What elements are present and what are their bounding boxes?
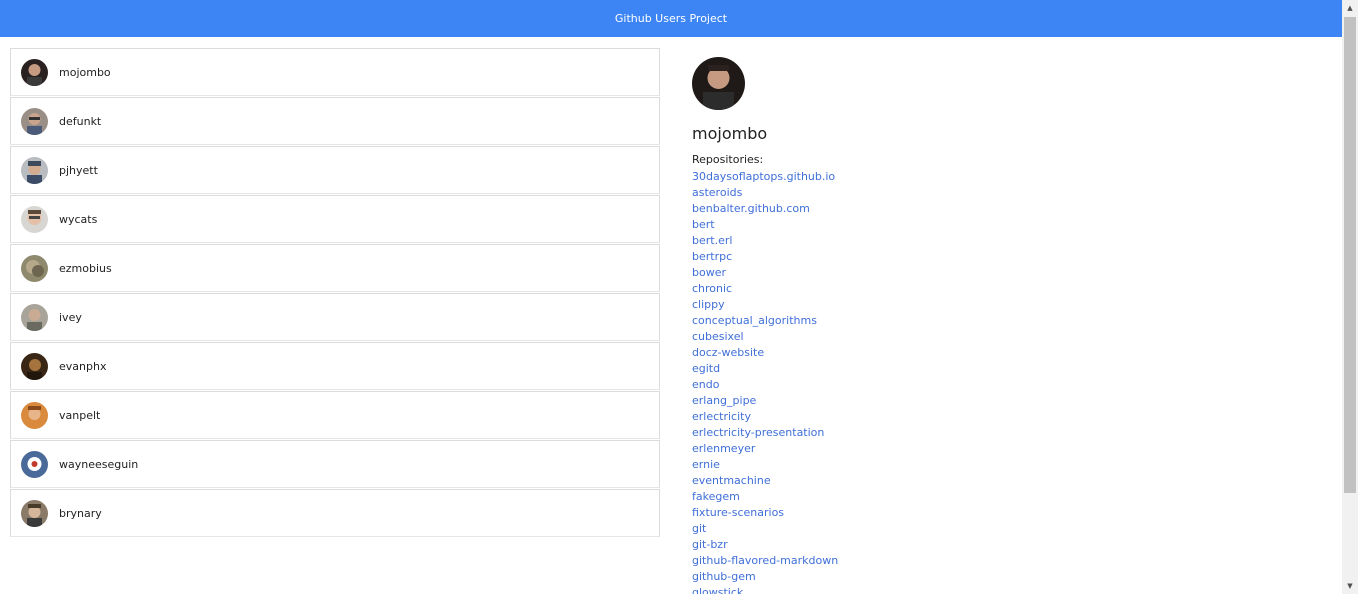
- repository-link[interactable]: chronic: [692, 282, 732, 295]
- repository-link[interactable]: conceptual_algorithms: [692, 314, 817, 327]
- repository-link[interactable]: erlectricity-presentation: [692, 426, 824, 439]
- repositories-label: Repositories:: [692, 153, 764, 166]
- selected-user-avatar: [692, 57, 745, 110]
- repository-item: chronic: [692, 281, 838, 297]
- repository-item: erlectricity-presentation: [692, 425, 838, 441]
- user-avatar: [21, 303, 48, 331]
- selected-user-name: mojombo: [692, 124, 768, 143]
- repository-item: 30daysoflaptops.github.io: [692, 169, 838, 185]
- repository-link[interactable]: ernie: [692, 458, 720, 471]
- repository-item: bert.erl: [692, 233, 838, 249]
- repository-item: git-bzr: [692, 537, 838, 553]
- repository-list: 30daysoflaptops.github.io asteroids benb…: [692, 169, 838, 594]
- repository-link[interactable]: glowstick: [692, 586, 743, 594]
- user-avatar: [21, 205, 48, 233]
- repository-link[interactable]: egitd: [692, 362, 720, 375]
- repository-link[interactable]: github-flavored-markdown: [692, 554, 838, 567]
- repository-item: fixture-scenarios: [692, 505, 838, 521]
- repository-link[interactable]: bert: [692, 218, 715, 231]
- user-list-item[interactable]: wayneeseguin: [10, 440, 660, 488]
- repository-item: erlenmeyer: [692, 441, 838, 457]
- user-avatar: [21, 107, 48, 135]
- repository-item: eventmachine: [692, 473, 838, 489]
- user-name: vanpelt: [59, 408, 101, 422]
- user-name: wayneeseguin: [59, 457, 139, 471]
- repository-item: asteroids: [692, 185, 838, 201]
- user-name: pjhyett: [59, 163, 98, 177]
- main-content: mojombo defunkt pjhyett wycats ezmobius …: [0, 37, 1342, 594]
- repository-link[interactable]: git-bzr: [692, 538, 728, 551]
- user-avatar: [21, 450, 48, 478]
- repository-link[interactable]: bert.erl: [692, 234, 732, 247]
- user-avatar: [21, 401, 48, 429]
- repository-link[interactable]: clippy: [692, 298, 725, 311]
- user-name: ezmobius: [59, 261, 112, 275]
- repository-item: glowstick: [692, 585, 838, 594]
- vertical-scrollbar[interactable]: ▲ ▼: [1342, 0, 1358, 594]
- repository-item: git: [692, 521, 838, 537]
- repository-link[interactable]: github-gem: [692, 570, 756, 583]
- repository-item: bower: [692, 265, 838, 281]
- repository-item: bert: [692, 217, 838, 233]
- user-list-item[interactable]: mojombo: [10, 48, 660, 96]
- repository-link[interactable]: bertrpc: [692, 250, 732, 263]
- repository-item: conceptual_algorithms: [692, 313, 838, 329]
- user-avatar: [21, 58, 48, 86]
- user-name: ivey: [59, 310, 82, 324]
- repository-item: docz-website: [692, 345, 838, 361]
- repository-link[interactable]: erlang_pipe: [692, 394, 756, 407]
- repository-link[interactable]: fixture-scenarios: [692, 506, 784, 519]
- repository-item: bertrpc: [692, 249, 838, 265]
- repository-item: ernie: [692, 457, 838, 473]
- navbar-title: Github Users Project: [614, 12, 728, 25]
- repository-link[interactable]: docz-website: [692, 346, 764, 359]
- user-avatar: [21, 352, 48, 380]
- user-list-item[interactable]: defunkt: [10, 97, 660, 145]
- repository-link[interactable]: endo: [692, 378, 719, 391]
- repository-item: benbalter.github.com: [692, 201, 838, 217]
- repository-item: fakegem: [692, 489, 838, 505]
- user-list-item[interactable]: ezmobius: [10, 244, 660, 292]
- user-list-item[interactable]: pjhyett: [10, 146, 660, 194]
- user-list-item[interactable]: vanpelt: [10, 391, 660, 439]
- user-list-item[interactable]: wycats: [10, 195, 660, 243]
- repository-link[interactable]: asteroids: [692, 186, 742, 199]
- repository-item: clippy: [692, 297, 838, 313]
- repository-link[interactable]: bower: [692, 266, 726, 279]
- user-avatar: [21, 156, 48, 184]
- repository-link[interactable]: erlectricity: [692, 410, 751, 423]
- repository-link[interactable]: cubesixel: [692, 330, 744, 343]
- user-name: evanphx: [59, 359, 107, 373]
- repository-link[interactable]: eventmachine: [692, 474, 771, 487]
- user-avatar: [21, 254, 48, 282]
- navbar: Github Users Project: [0, 0, 1342, 37]
- repository-item: erlectricity: [692, 409, 838, 425]
- repository-item: egitd: [692, 361, 838, 377]
- user-name: wycats: [59, 212, 98, 226]
- user-name: mojombo: [59, 65, 111, 79]
- user-list: mojombo defunkt pjhyett wycats ezmobius …: [10, 48, 660, 594]
- repository-link[interactable]: git: [692, 522, 706, 535]
- app-page: Github Users Project mojombo defunkt pjh…: [0, 0, 1342, 594]
- user-list-item[interactable]: ivey: [10, 293, 660, 341]
- user-avatar: [21, 499, 48, 527]
- repository-item: erlang_pipe: [692, 393, 838, 409]
- scroll-up-arrow-icon[interactable]: ▲: [1342, 0, 1358, 16]
- repository-item: cubesixel: [692, 329, 838, 345]
- repository-link[interactable]: benbalter.github.com: [692, 202, 810, 215]
- repository-item: github-flavored-markdown: [692, 553, 838, 569]
- repository-item: endo: [692, 377, 838, 393]
- user-name: brynary: [59, 506, 102, 520]
- repository-link[interactable]: erlenmeyer: [692, 442, 755, 455]
- repository-link[interactable]: 30daysoflaptops.github.io: [692, 170, 835, 183]
- repository-link[interactable]: fakegem: [692, 490, 740, 503]
- scroll-down-arrow-icon[interactable]: ▼: [1342, 578, 1358, 594]
- user-detail-panel: mojombo Repositories: 30daysoflaptops.gi…: [692, 37, 838, 594]
- user-name: defunkt: [59, 114, 102, 128]
- user-list-item[interactable]: evanphx: [10, 342, 660, 390]
- scrollbar-thumb[interactable]: [1344, 17, 1356, 493]
- user-list-item[interactable]: brynary: [10, 489, 660, 537]
- repository-item: github-gem: [692, 569, 838, 585]
